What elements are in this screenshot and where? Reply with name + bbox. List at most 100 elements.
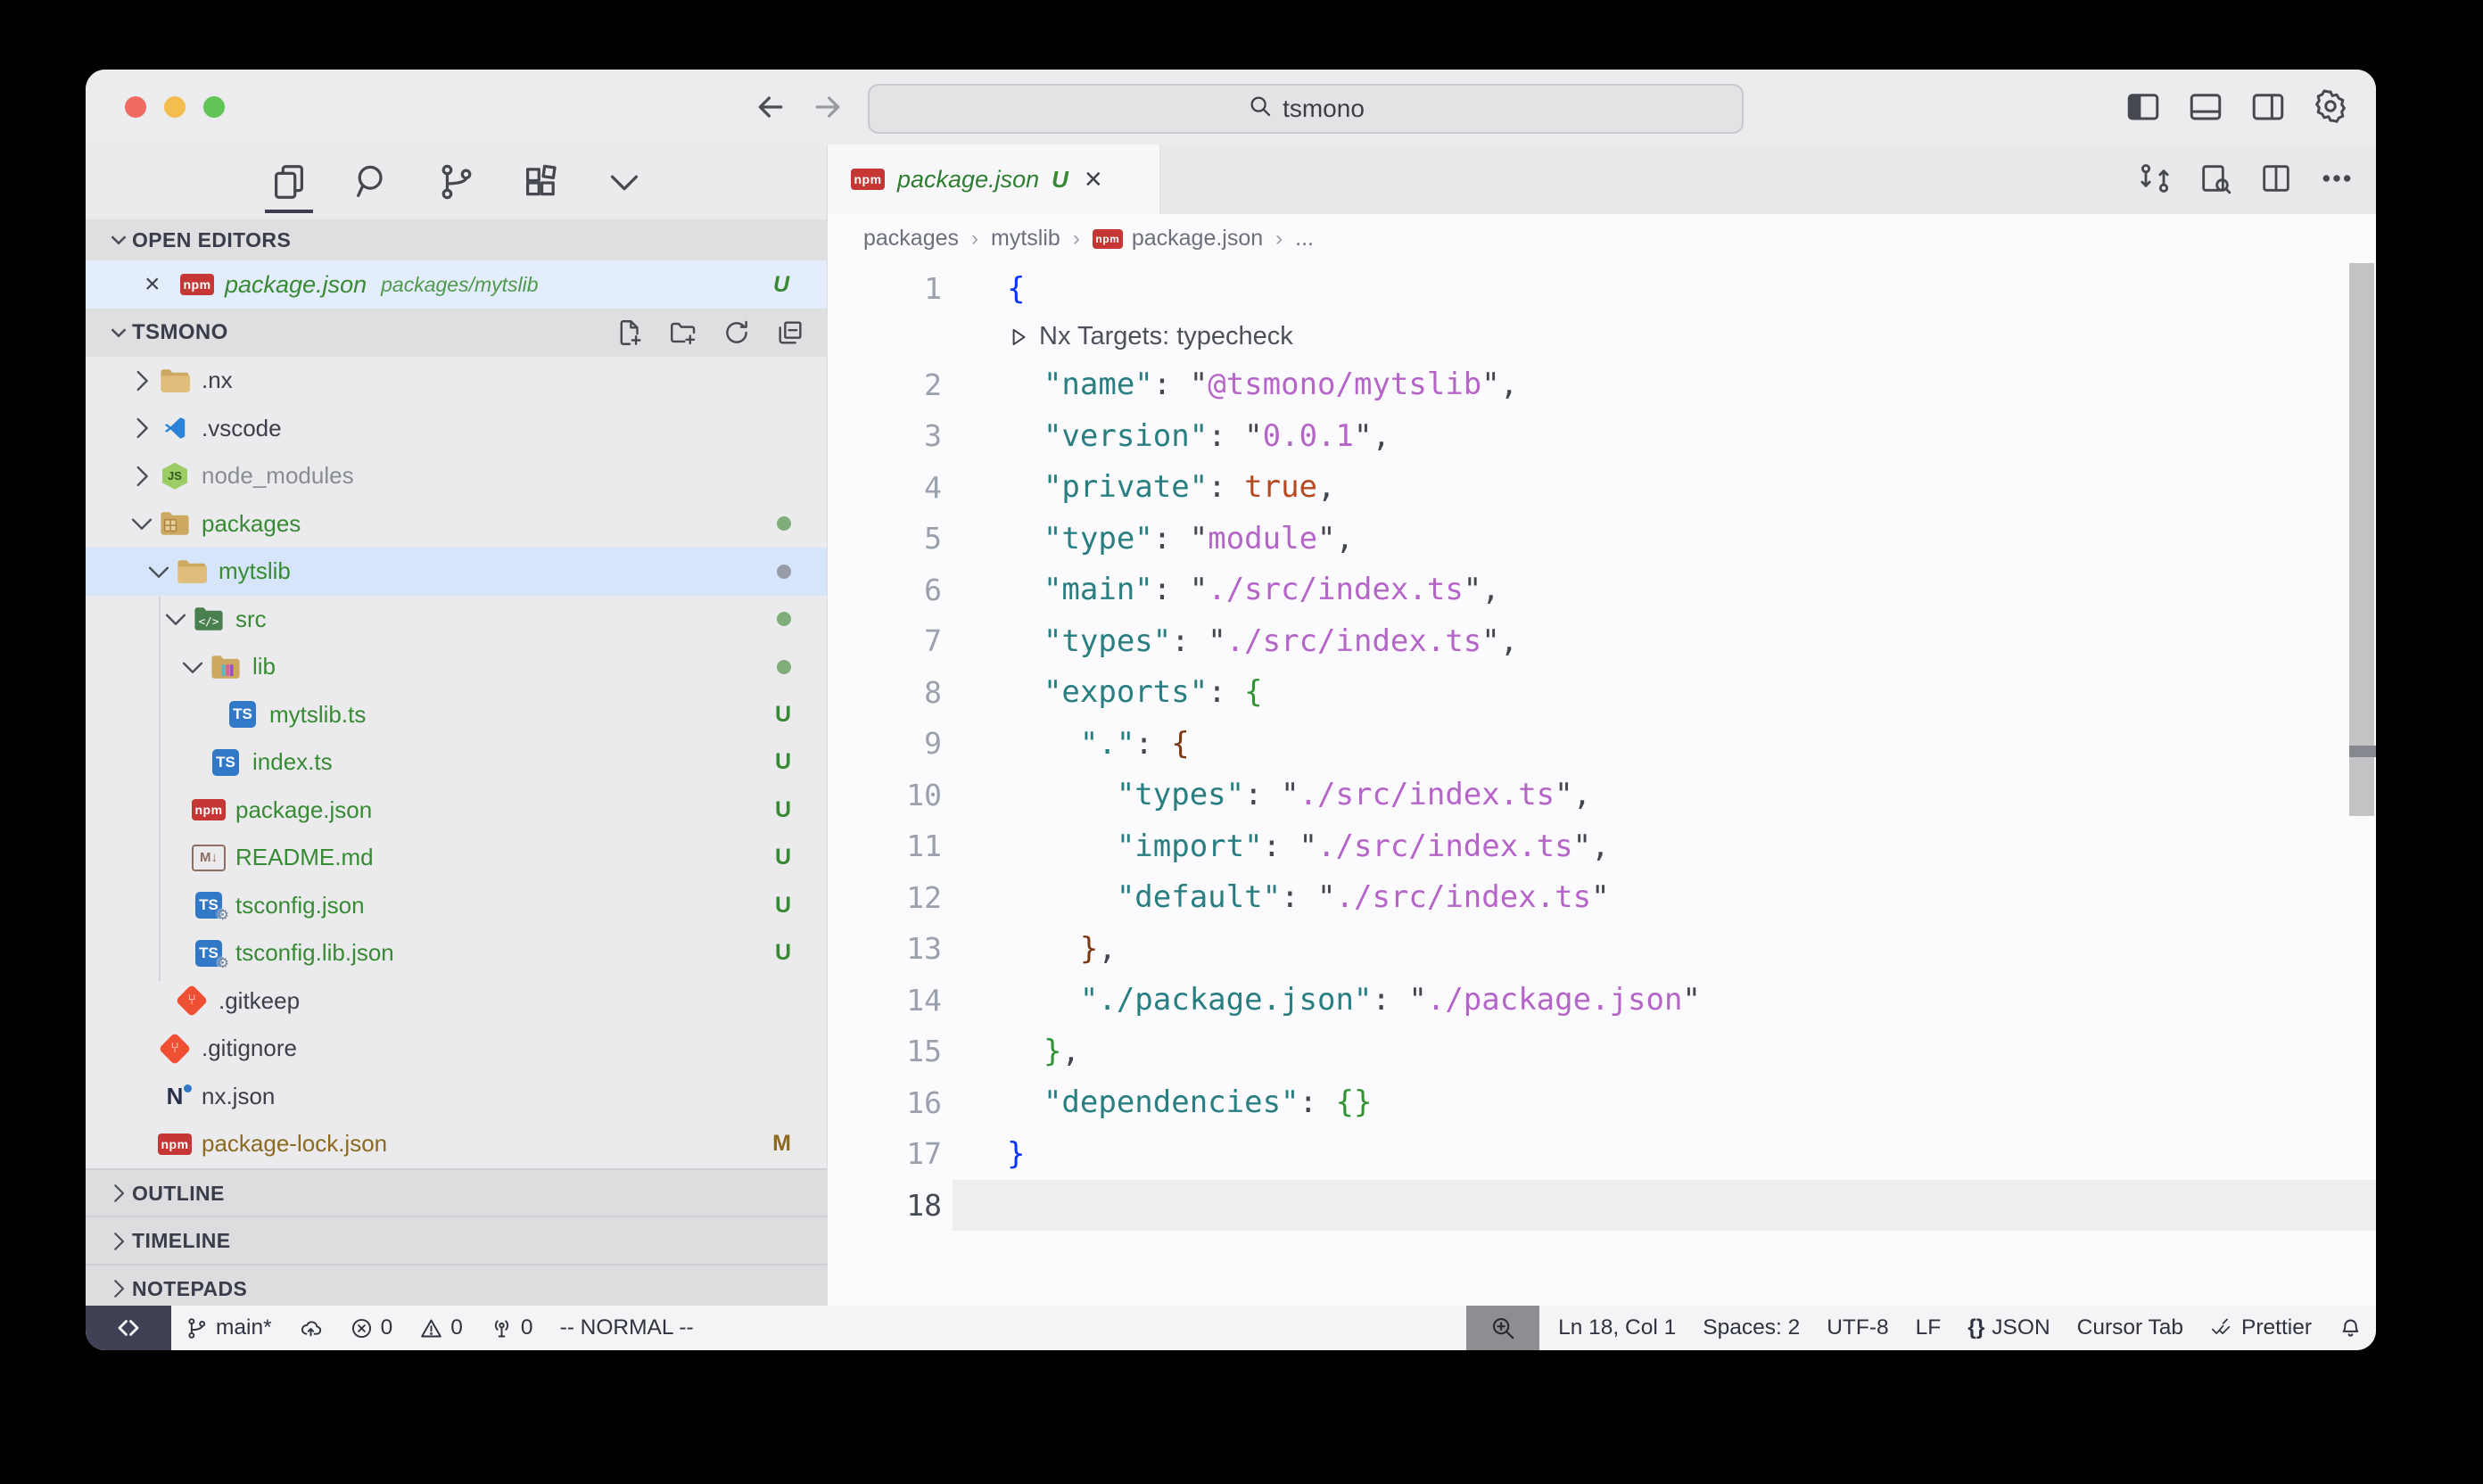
- close-icon[interactable]: ×: [144, 271, 171, 298]
- breadcrumb-package-json[interactable]: npmpackage.json: [1093, 226, 1263, 251]
- refresh-icon[interactable]: [722, 317, 752, 348]
- screencast-zoom-badge[interactable]: [1466, 1306, 1539, 1350]
- code-line-4[interactable]: 4 "private": true,: [828, 462, 2376, 514]
- tree-item-label: .gitignore: [202, 1035, 297, 1062]
- codelens-nx-targets[interactable]: Nx Targets: typecheck: [828, 315, 2376, 359]
- breadcrumb-mytslib[interactable]: mytslib: [991, 226, 1060, 251]
- status-item-bell-icon[interactable]: [2325, 1306, 2376, 1350]
- split-editor-icon[interactable]: [2258, 161, 2294, 196]
- collapse-all-icon[interactable]: [775, 317, 805, 348]
- status-item-0[interactable]: 0: [406, 1306, 476, 1350]
- status-item-utf-8[interactable]: UTF-8: [1813, 1306, 1901, 1350]
- tree-item-node-modules[interactable]: JSnode_modules: [86, 452, 827, 500]
- workspace-header[interactable]: TSMONO: [86, 309, 827, 357]
- tree-item-package-json[interactable]: npmpackage.jsonU: [86, 787, 827, 835]
- section-timeline[interactable]: TIMELINE: [86, 1216, 827, 1266]
- close-window-button[interactable]: [125, 96, 146, 118]
- minimize-window-button[interactable]: [164, 96, 186, 118]
- code-line-1[interactable]: 1{: [828, 263, 2376, 315]
- code-line-3[interactable]: 3 "version": "0.0.1",: [828, 410, 2376, 462]
- tree-item--vscode[interactable]: .vscode: [86, 405, 827, 453]
- tree-item-packages[interactable]: packages: [86, 500, 827, 548]
- tree-item--gitkeep[interactable]: ⑂.gitkeep: [86, 977, 827, 1026]
- status-item-main-[interactable]: main*: [171, 1306, 285, 1350]
- tab-filename: package.json: [897, 166, 1039, 194]
- chevron-down-icon: [144, 556, 174, 587]
- status-item-json[interactable]: {}JSON: [1954, 1306, 2063, 1350]
- toggle-secondary-sidebar-icon[interactable]: [2249, 87, 2287, 125]
- settings-gear-icon[interactable]: [2312, 87, 2349, 125]
- remote-indicator[interactable]: [86, 1306, 171, 1350]
- compare-changes-icon[interactable]: [2137, 161, 2173, 196]
- code-line-8[interactable]: 8 "exports": {: [828, 667, 2376, 719]
- tree-item-readme-md[interactable]: M↓README.mdU: [86, 834, 827, 882]
- code-line-10[interactable]: 10 "types": "./src/index.ts",: [828, 770, 2376, 821]
- toggle-primary-sidebar-icon[interactable]: [2124, 87, 2162, 125]
- code-line-9[interactable]: 9 ".": {: [828, 718, 2376, 770]
- active-view-indicator: [265, 210, 313, 213]
- tab-close-icon[interactable]: ×: [1085, 164, 1102, 194]
- tab-package-json[interactable]: npm package.json U ×: [828, 144, 1160, 214]
- status-item--normal-[interactable]: -- NORMAL --: [547, 1306, 707, 1350]
- maximize-window-button[interactable]: [203, 96, 225, 118]
- chevron-down-icon: [127, 508, 157, 539]
- code-line-18[interactable]: 18: [828, 1180, 2376, 1232]
- code-line-15[interactable]: 15 },: [828, 1026, 2376, 1077]
- code-line-11[interactable]: 11 "import": "./src/index.ts",: [828, 820, 2376, 872]
- extensions-icon[interactable]: [520, 161, 561, 202]
- tree-item-package-lock-json[interactable]: npmpackage-lock.jsonM: [86, 1120, 827, 1168]
- status-item-0[interactable]: 0: [336, 1306, 407, 1350]
- navigate-forward-icon[interactable]: [810, 89, 846, 125]
- line-number: 16: [828, 1085, 953, 1120]
- code-line-17[interactable]: 17}: [828, 1128, 2376, 1180]
- status-item-cursor-tab[interactable]: Cursor Tab: [2064, 1306, 2197, 1350]
- breadcrumb-packages[interactable]: packages: [863, 226, 959, 251]
- new-file-icon[interactable]: [615, 317, 645, 348]
- tree-item--gitignore[interactable]: ⑂.gitignore: [86, 1025, 827, 1073]
- code-line-5[interactable]: 5 "type": "module",: [828, 513, 2376, 565]
- tree-item-lib[interactable]: lib: [86, 643, 827, 691]
- code-line-13[interactable]: 13 },: [828, 923, 2376, 975]
- git-branch-icon: [185, 1316, 209, 1340]
- open-preview-icon[interactable]: [2198, 161, 2233, 196]
- more-actions-icon[interactable]: [2319, 161, 2355, 196]
- git-untracked-badge: U: [775, 749, 791, 775]
- section-outline[interactable]: OUTLINE: [86, 1168, 827, 1218]
- code-line-2[interactable]: 2 "name": "@tsmono/mytslib",: [828, 359, 2376, 411]
- status-item-spaces-2[interactable]: Spaces: 2: [1689, 1306, 1813, 1350]
- code-line-12[interactable]: 12 "default": "./src/index.ts": [828, 872, 2376, 924]
- tree-item-nx-json[interactable]: Nnx.json: [86, 1073, 827, 1121]
- status-item-0[interactable]: 0: [476, 1306, 547, 1350]
- tree-item-index-ts[interactable]: TSindex.tsU: [86, 738, 827, 787]
- tree-item-mytslib-ts[interactable]: TSmytslib.tsU: [86, 691, 827, 739]
- code-line-6[interactable]: 6 "main": "./src/index.ts",: [828, 565, 2376, 616]
- chevron-right-icon: [105, 1180, 132, 1207]
- new-folder-icon[interactable]: [668, 317, 698, 348]
- tree-item-tsconfig-json[interactable]: TS⚙tsconfig.jsonU: [86, 882, 827, 930]
- tree-item-src[interactable]: </>src: [86, 596, 827, 644]
- command-center-search[interactable]: tsmono: [868, 84, 1744, 134]
- toggle-panel-icon[interactable]: [2187, 87, 2224, 125]
- chevron-down-icon[interactable]: [604, 161, 645, 202]
- code-editor[interactable]: 1{Nx Targets: typecheck2 "name": "@tsmon…: [828, 263, 2376, 1231]
- status-item-prettier[interactable]: Prettier: [2197, 1306, 2325, 1350]
- code-line-16[interactable]: 16 "dependencies": {}: [828, 1077, 2376, 1129]
- status-item-lf[interactable]: LF: [1902, 1306, 1955, 1350]
- navigate-back-icon[interactable]: [753, 89, 788, 125]
- src-folder-icon: </>: [194, 606, 224, 632]
- explorer-icon[interactable]: [268, 161, 309, 202]
- open-editor-item[interactable]: × npm package.json packages/mytslib U: [86, 260, 827, 309]
- tree-item--nx[interactable]: .nx: [86, 357, 827, 405]
- source-control-icon[interactable]: [436, 161, 477, 202]
- status-item-ln-18-col-1[interactable]: Ln 18, Col 1: [1545, 1306, 1689, 1350]
- open-editors-header[interactable]: OPEN EDITORS: [86, 219, 827, 260]
- vscode-folder-icon: [161, 415, 188, 441]
- editor-scrollbar[interactable]: [2349, 263, 2374, 816]
- tree-item-mytslib[interactable]: mytslib: [86, 548, 827, 596]
- code-line-14[interactable]: 14 "./package.json": "./package.json": [828, 975, 2376, 1026]
- breadcrumb--[interactable]: ...: [1295, 226, 1314, 251]
- search-icon[interactable]: [352, 161, 393, 202]
- tree-item-tsconfig-lib-json[interactable]: TS⚙tsconfig.lib.jsonU: [86, 929, 827, 977]
- code-line-7[interactable]: 7 "types": "./src/index.ts",: [828, 615, 2376, 667]
- status-item-cloud-upload-icon[interactable]: [285, 1306, 336, 1350]
